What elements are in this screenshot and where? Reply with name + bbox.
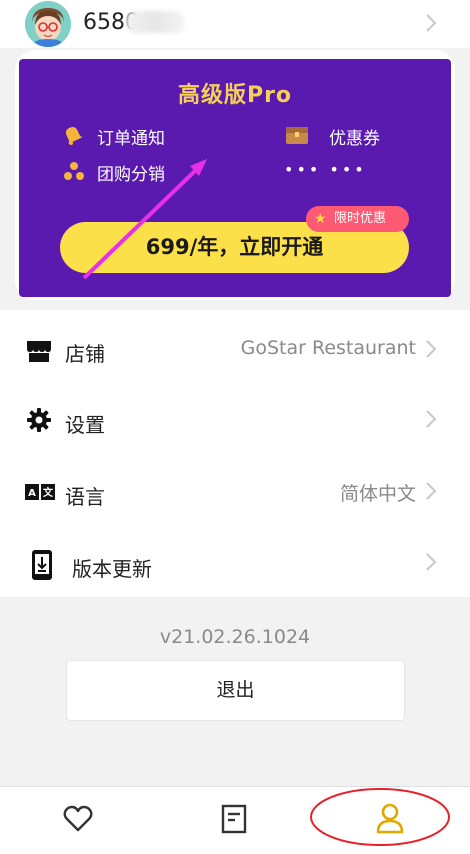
menu-value-shop: GoStar Restaurant [240, 337, 416, 359]
orders-icon[interactable] [221, 804, 247, 834]
limited-offer-badge: ★ 限时优惠 [306, 206, 409, 232]
menu-value-language: 简体中文 [339, 483, 416, 505]
avatar-illustration [25, 1, 71, 47]
feature-more: ••• ••• [284, 160, 367, 179]
coupon-chest-icon [286, 127, 308, 144]
svg-text:A: A [28, 488, 36, 499]
chevron-right-icon [426, 340, 437, 358]
star-icon: ★ [314, 211, 327, 227]
menu-item-update[interactable] [0, 526, 470, 597]
heart-icon[interactable] [63, 805, 93, 833]
shop-icon [27, 341, 51, 362]
feature-order-notify: 订单通知 [97, 129, 165, 149]
badge-label: 限时优惠 [334, 211, 387, 226]
feature-group-buy: 团购分销 [97, 165, 165, 185]
menu-label-update: 版本更新 [72, 557, 152, 581]
redacted-id [126, 11, 184, 33]
chevron-right-icon [426, 482, 437, 500]
chevron-right-icon [426, 410, 437, 428]
menu-label-settings: 设置 [65, 413, 105, 437]
menu-label-shop: 店铺 [65, 342, 105, 366]
avatar[interactable] [25, 1, 71, 47]
menu-label-language: 语言 [65, 485, 105, 509]
logout-button-label[interactable]: 退出 [66, 660, 405, 721]
bell-icon [65, 126, 83, 145]
svg-text:文: 文 [43, 486, 54, 499]
feature-coupon: 优惠券 [329, 129, 380, 149]
app-version: v21.02.26.1024 [159, 626, 311, 648]
phone-download-icon [32, 550, 52, 580]
gear-icon [27, 408, 51, 432]
group-icon [64, 162, 84, 180]
annotation-circle [310, 788, 450, 846]
pro-title: 高级版Pro [177, 83, 293, 108]
chevron-right-icon [426, 14, 437, 32]
chevron-right-icon [426, 553, 437, 571]
translate-icon: A 文 [25, 484, 55, 500]
